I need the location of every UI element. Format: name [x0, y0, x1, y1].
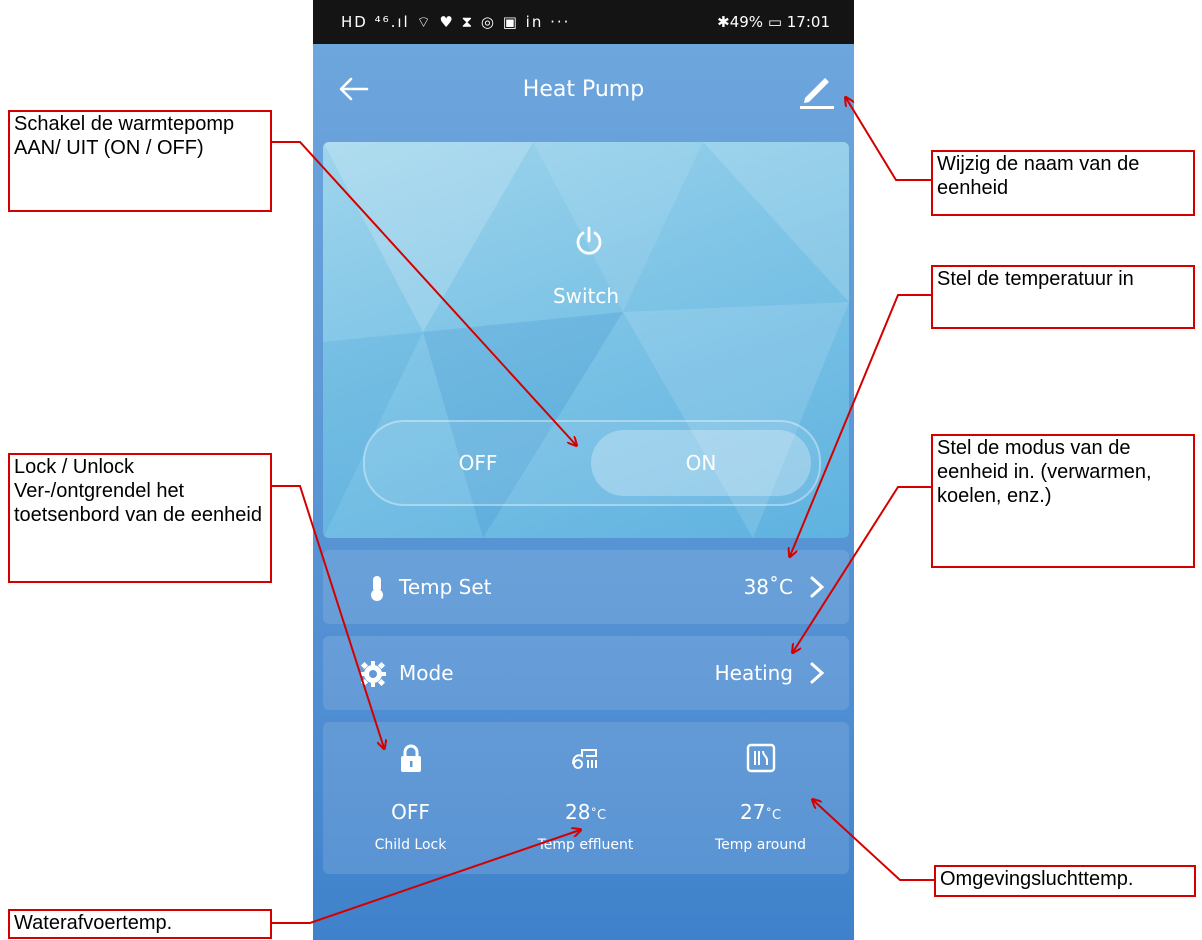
annotation-switch: Schakel de warmtepomp AAN/ UIT (ON / OFF…	[8, 110, 272, 212]
temp-effluent-number: 28	[564, 800, 591, 824]
temp-around-value: 27˚C	[673, 800, 848, 824]
thermometer-icon	[371, 576, 383, 601]
annotation-effluent: Waterafvoertemp.	[8, 909, 272, 939]
annotation-mode: Stel de modus van de eenheid in. (verwar…	[931, 434, 1195, 568]
mode-label: Mode	[399, 661, 454, 685]
annotation-lock: Lock / Unlock Ver-/ontgrendel het toetse…	[8, 453, 272, 583]
edit-pencil-icon[interactable]	[797, 70, 837, 110]
mode-value: Heating	[714, 661, 793, 685]
phone-screen: HD ⁴⁶.ıl ⌔ ♥ ⧗ ◎ ▣ in ··· ✱49% ▭ 17:01 H…	[313, 0, 854, 940]
status-bar: HD ⁴⁶.ıl ⌔ ♥ ⧗ ◎ ▣ in ··· ✱49% ▭ 17:01	[313, 0, 854, 44]
temp-set-row[interactable]: Temp Set 38˚C	[323, 550, 849, 624]
annotation-temperature: Stel de temperatuur in	[931, 265, 1195, 329]
gear-icon	[360, 661, 386, 687]
page-title: Heat Pump	[522, 77, 645, 102]
lock-icon	[401, 744, 421, 772]
status-panel: OFF Child Lock 28˚C Temp effluent 27˚C T…	[323, 722, 849, 874]
toggle-off-option[interactable]: OFF	[365, 422, 591, 504]
temp-around-cell: 27˚C Temp around	[673, 722, 848, 874]
power-icon[interactable]	[573, 226, 605, 258]
temp-effluent-label: Temp effluent	[537, 837, 634, 853]
temp-effluent-unit: ˚C	[590, 808, 607, 823]
app-bar: Heat Pump	[313, 44, 854, 136]
power-panel: Switch OFF ON	[323, 142, 849, 538]
chevron-right-icon	[810, 576, 825, 598]
chevron-right-icon	[810, 662, 825, 684]
power-toggle[interactable]: OFF ON	[363, 420, 821, 506]
temp-around-label: Temp around	[715, 837, 806, 853]
temp-around-number: 27	[739, 800, 766, 824]
child-lock-label: Child Lock	[374, 837, 447, 853]
child-lock-value: OFF	[391, 800, 430, 824]
toggle-on-option[interactable]: ON	[591, 430, 811, 496]
status-icons: HD ⁴⁶.ıl ⌔ ♥ ⧗ ◎ ▣ in ···	[341, 13, 571, 31]
switch-label: Switch	[552, 284, 620, 308]
temp-set-value: 38˚C	[743, 575, 793, 599]
temp-set-label: Temp Set	[399, 575, 492, 599]
radiator-icon	[746, 743, 776, 773]
child-lock-cell[interactable]: OFF Child Lock	[323, 722, 498, 874]
annotation-rename: Wijzig de naam van de eenheid	[931, 150, 1195, 216]
mode-row[interactable]: Mode Heating	[323, 636, 849, 710]
temp-around-unit: ˚C	[765, 808, 782, 823]
temp-effluent-value: 28˚C	[498, 800, 673, 824]
battery-clock: ✱49% ▭ 17:01	[717, 13, 830, 31]
annotation-ambient: Omgevingsluchttemp.	[934, 865, 1196, 897]
temp-effluent-cell: 28˚C Temp effluent	[498, 722, 673, 874]
water-outlet-icon	[572, 749, 597, 769]
